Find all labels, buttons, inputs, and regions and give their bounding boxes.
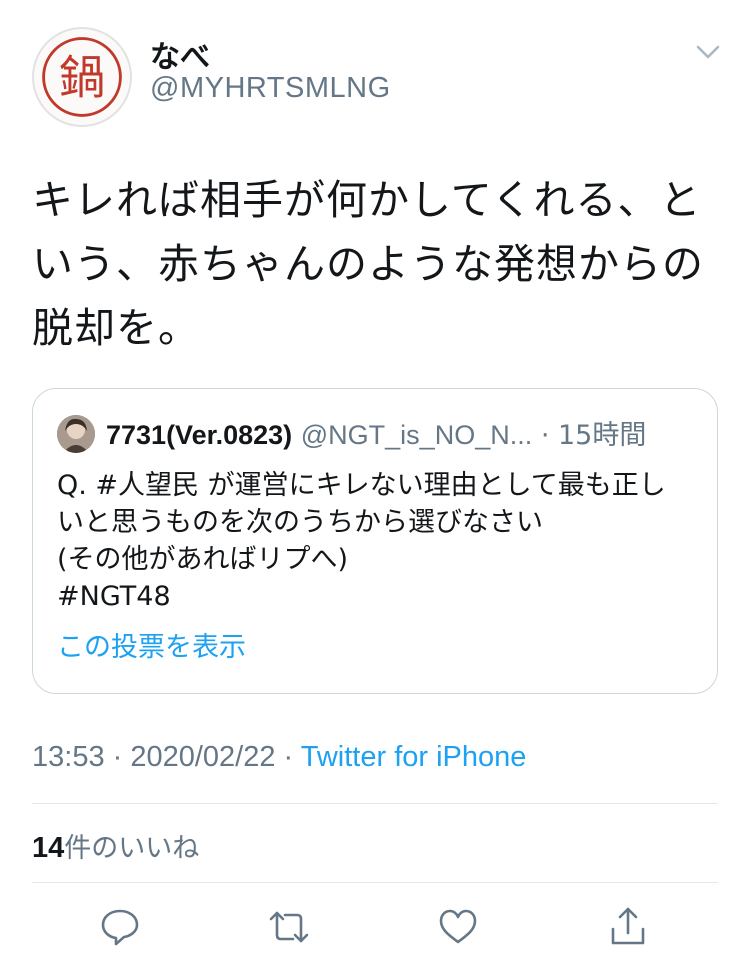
quoted-author-avatar[interactable] [57,415,95,453]
quoted-text-line: #NGT48 [57,581,171,612]
likes-label: 件のいいね [64,833,200,864]
view-poll-link[interactable]: この投票を表示 [57,629,697,666]
heart-icon[interactable] [436,905,480,949]
divider [32,882,718,883]
quoted-author-handle[interactable]: @NGT_is_NO_N... [301,420,532,450]
retweet-icon[interactable] [267,905,311,949]
tweet-source-link[interactable]: Twitter for iPhone [301,741,527,773]
divider [32,803,718,804]
quoted-separator: · [540,420,558,451]
quoted-tweet-text: Q. #人望民 が運営にキレない理由として最も正し いと思うものを次のうちから選… [57,467,697,666]
quoted-text-line: (その他があればリプへ) [57,544,349,575]
reply-icon[interactable] [98,905,142,949]
avatar-seal-image: 鍋 [42,37,122,117]
chevron-down-icon[interactable] [693,40,723,64]
tweet-text-line: いう、赤ちゃんのような発想からの [32,240,704,288]
quoted-tweet-header: 7731(Ver.0823) @NGT_is_NO_N... · 15時間 [106,415,706,455]
tweet-timestamp: 13:53 · 2020/02/22 · [32,741,301,773]
avatar-kanji: 鍋 [59,50,105,104]
quoted-tweet-card[interactable]: 7731(Ver.0823) @NGT_is_NO_N... · 15時間 Q.… [32,388,718,694]
quoted-author-name[interactable]: 7731(Ver.0823) [106,420,292,450]
author-handle[interactable]: @MYHRTSMLNG [150,72,391,105]
quoted-text-line: Q. #人望民 が運営にキレない理由として最も正し [57,470,666,501]
quoted-time: 15時間 [557,420,647,451]
tweet-text-line: キレれば相手が何かしてくれる、と [32,176,702,224]
tweet-text-line: 脱却を。 [32,304,200,352]
tweet-meta: 13:53 · 2020/02/22 · Twitter for iPhone [32,741,526,774]
author-avatar[interactable]: 鍋 [32,27,132,127]
share-icon[interactable] [606,905,650,949]
likes-count: 14 [32,832,65,864]
quoted-text-line: いと思うものを次のうちから選びなさい [57,507,543,538]
tweet-text: キレれば相手が何かしてくれる、と いう、赤ちゃんのような発想からの 脱却を。 [32,168,722,360]
author-name[interactable]: なべ [150,32,210,76]
likes-summary[interactable]: 14件のいいね [32,826,199,865]
